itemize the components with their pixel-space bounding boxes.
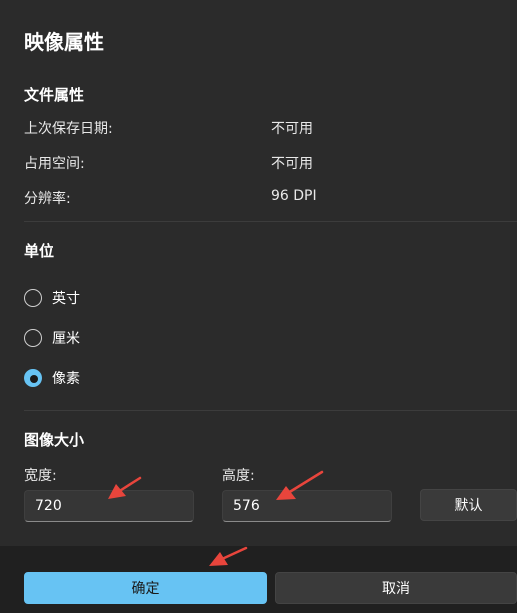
width-label: 宽度: [24,468,57,484]
radio-button-inches[interactable] [24,289,42,307]
unit-label-inches: 英寸 [52,291,80,307]
radio-button-pixels[interactable] [24,369,42,387]
height-input[interactable]: 576 [222,490,392,522]
height-label: 高度: [222,468,255,484]
unit-option-centimeters[interactable]: 厘米 [24,328,80,348]
ok-button[interactable]: 确定 [24,572,267,604]
unit-label-pixels: 像素 [52,371,80,387]
disk-size-label: 占用空间: [24,156,85,172]
default-button[interactable]: 默认 [420,489,517,521]
file-properties-heading: 文件属性 [24,86,85,104]
units-heading: 单位 [24,242,55,260]
last-saved-value: 不可用 [271,121,313,137]
resolution-value: 96 DPI [271,188,317,204]
image-size-heading: 图像大小 [24,431,85,449]
last-saved-label: 上次保存日期: [24,121,113,137]
dialog-title: 映像属性 [24,30,104,54]
width-input[interactable]: 720 [24,490,194,522]
divider [24,410,517,411]
divider [24,221,517,222]
radio-button-centimeters[interactable] [24,329,42,347]
cancel-button[interactable]: 取消 [275,572,517,604]
unit-label-centimeters: 厘米 [52,331,80,347]
disk-size-value: 不可用 [271,156,313,172]
unit-option-inches[interactable]: 英寸 [24,288,80,308]
resolution-label: 分辨率: [24,191,71,207]
unit-option-pixels[interactable]: 像素 [24,368,80,388]
